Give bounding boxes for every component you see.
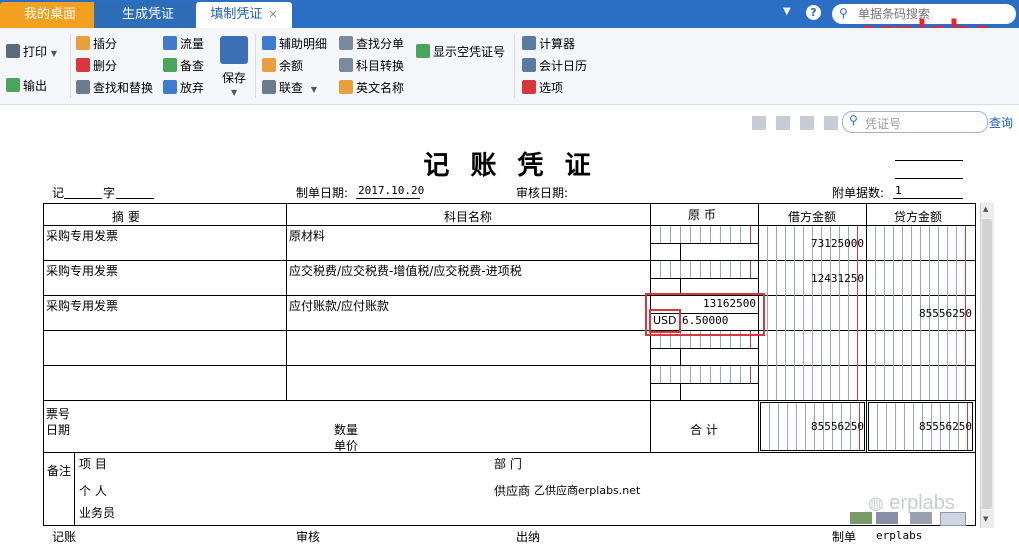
sign-bookkeeping: 记账 <box>52 530 77 544</box>
total-credit: 85556250 <box>919 420 972 433</box>
sign-audit: 审核 <box>296 530 321 544</box>
total-debit: 85556250 <box>811 420 864 433</box>
remarks-person: 个 人 <box>79 484 107 498</box>
row1-subject[interactable]: 原材料 <box>289 227 325 244</box>
vertical-scrollbar[interactable]: ▲ ▼ <box>980 203 994 528</box>
remarks-supplier-value[interactable]: 乙供应商erplabs.net <box>534 482 640 498</box>
row3-original-amount[interactable]: 13162500 <box>652 297 756 310</box>
row3-summary[interactable]: 采购专用发票 <box>46 297 118 314</box>
col-original: 原 币 <box>688 208 716 222</box>
bottom-watermark-text: erplabs <box>889 492 955 514</box>
scroll-up-icon[interactable]: ▲ <box>983 205 988 213</box>
row2-subject[interactable]: 应交税费/应交税费-增值税/应交税费-进项税 <box>289 262 522 279</box>
remarks-project: 项 目 <box>79 457 107 471</box>
col-subject: 科目名称 <box>444 210 493 224</box>
remarks-salesman: 业务员 <box>79 506 116 520</box>
grid-icon[interactable] <box>910 512 932 524</box>
row3-subject[interactable]: 应付账款/应付账款 <box>289 297 389 314</box>
row1-debit[interactable]: 73125000 <box>760 237 864 250</box>
scrollbar-thumb[interactable] <box>982 219 992 509</box>
wechat-icon: ◍ <box>868 493 884 513</box>
col-debit: 借方金额 <box>788 210 837 224</box>
row1-summary[interactable]: 采购专用发票 <box>46 227 118 244</box>
scroll-down-icon[interactable]: ▼ <box>983 515 988 523</box>
attachment-icon[interactable] <box>876 512 898 524</box>
unit-price-label: 单价 <box>334 439 359 453</box>
row3-credit[interactable]: 85556250 <box>868 307 972 320</box>
bill-date-label: 日期 <box>46 423 71 437</box>
total-label: 合 计 <box>690 423 718 437</box>
sign-maker-name: erplabs <box>876 529 923 542</box>
sign-cashier: 出纳 <box>516 530 541 544</box>
col-credit: 贷方金额 <box>894 210 943 224</box>
remarks-label: 备注 <box>47 464 72 478</box>
sign-maker: 制单 <box>832 530 857 544</box>
photo-icon[interactable] <box>850 512 872 524</box>
remarks-supplier-label: 供应商 <box>494 484 531 498</box>
quantity-label: 数量 <box>334 423 359 437</box>
row2-summary[interactable]: 采购专用发票 <box>46 262 118 279</box>
remarks-department: 部 门 <box>494 457 522 471</box>
col-summary: 摘 要 <box>112 210 140 224</box>
row3-rate[interactable]: 6.50000 <box>682 314 728 327</box>
bill-no-label: 票号 <box>46 407 71 421</box>
row2-debit[interactable]: 12431250 <box>760 272 864 285</box>
row3-currency[interactable]: USD <box>653 314 677 327</box>
collapse-icon[interactable] <box>940 512 966 526</box>
